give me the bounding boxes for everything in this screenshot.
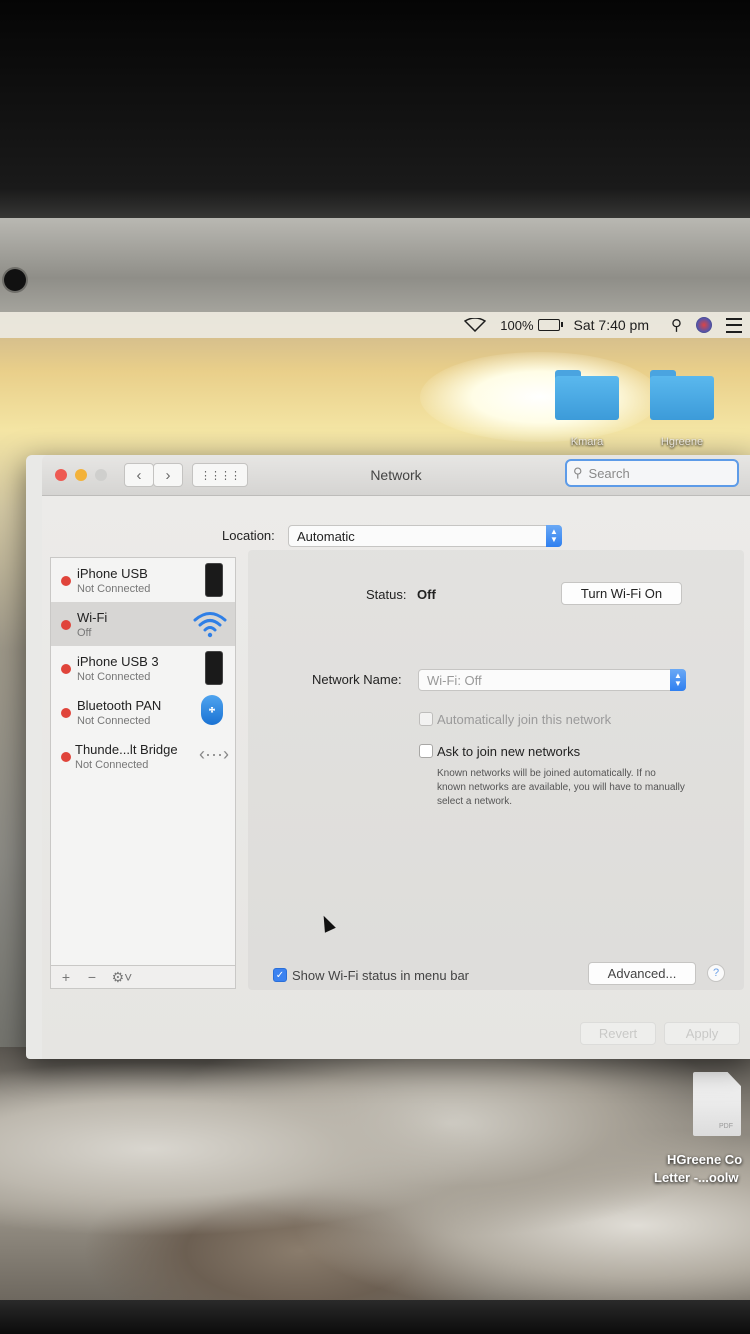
location-value: Automatic [297,528,355,544]
revert-button[interactable]: Revert [580,1022,656,1045]
location-label: Location: [222,528,275,543]
folder-icon[interactable] [555,370,619,420]
laptop-bezel-top [0,0,750,222]
add-service-button[interactable]: + [55,967,77,987]
network-name-value: Wi-Fi: Off [427,672,482,688]
service-item-bluetooth-pan[interactable]: Bluetooth PAN Not Connected ᛭ [51,690,235,734]
siri-icon[interactable] [696,317,712,333]
file-label-line2[interactable]: Letter -...oolw [654,1170,739,1185]
advanced-button[interactable]: Advanced... [588,962,696,985]
service-item-wifi[interactable]: Wi-Fi Off [51,602,235,646]
spotlight-search-icon[interactable]: ⚲ [671,316,682,334]
notification-center-icon[interactable] [726,317,742,333]
service-name: iPhone USB 3 [77,654,159,669]
service-status: Off [77,627,92,639]
status-dot [61,576,71,586]
network-name-popup[interactable]: Wi-Fi: Off ▲ ▼ [418,669,686,691]
service-status: Not Connected [77,671,151,683]
iphone-icon [205,651,223,685]
wifi-icon [193,610,227,643]
popup-stepper-icon: ▲ ▼ [546,525,562,547]
show-wifi-status-checkbox[interactable]: ✓ [273,968,287,982]
network-preferences-window: ‹ › ⋮⋮⋮⋮ Network ⚲ Search Location: Auto… [26,455,750,1059]
status-dot [61,664,71,674]
clock[interactable]: Sat 7:40 pm [574,317,650,333]
webcam [4,269,26,291]
laptop-bezel-lip [0,218,750,318]
show-wifi-status-label: Show Wi-Fi status in menu bar [292,968,470,983]
search-field[interactable]: ⚲ Search [565,459,739,487]
service-status: Not Connected [75,759,149,771]
folder-label[interactable]: Kmara [547,436,627,448]
service-status: Not Connected [77,715,151,727]
popup-stepper-icon: ▲ ▼ [670,669,686,691]
auto-join-checkbox[interactable] [419,712,433,726]
title-bar: ‹ › ⋮⋮⋮⋮ Network ⚲ Search [42,455,750,496]
sun-glow [420,352,660,442]
iphone-icon [205,563,223,597]
service-item-iphone-usb[interactable]: iPhone USB Not Connected [51,558,235,602]
plus-icon: + [61,969,71,985]
checkmark-icon: ✓ [275,969,285,981]
service-name: Thunde...lt Bridge [75,742,178,757]
status-dot [61,620,71,630]
gear-icon: ⚙˅ [111,968,133,985]
remove-service-button[interactable]: − [81,967,103,987]
window-content: Location: Automatic ▲ ▼ iPhone USB Not Co… [42,496,750,1059]
help-button[interactable]: ? [707,964,725,982]
ask-join-label: Ask to join new networks [437,744,581,759]
apply-button[interactable]: Apply [664,1022,740,1045]
folder-label[interactable]: Hgreene [642,436,722,448]
thunderbolt-bridge-icon: ‹···› [199,744,229,764]
bluetooth-icon: ᛭ [201,695,223,725]
battery-percent: 100% [500,317,534,333]
desktop-screen: 100% Sat 7:40 pm ⚲ Kmara Hgreene PDF HGr… [0,312,750,1302]
service-item-thunderbolt-bridge[interactable]: Thunde...lt Bridge Not Connected ‹···› [51,734,235,778]
pdf-file-icon[interactable]: PDF [693,1072,741,1136]
status-dot [61,752,71,762]
location-popup[interactable]: Automatic ▲ ▼ [288,525,562,547]
battery-icon [537,319,563,331]
pdf-badge: PDF [719,1123,733,1130]
turn-wifi-on-button[interactable]: Turn Wi-Fi On [561,582,682,605]
folder-icon[interactable] [650,370,714,420]
ask-join-note: Known networks will be joined automatica… [437,768,685,807]
service-status: Not Connected [77,583,151,595]
wallpaper-rocks [0,1047,750,1302]
search-placeholder: Search [588,465,630,481]
laptop-bezel-bottom [0,1300,750,1334]
battery-indicator[interactable]: 100% [500,317,563,333]
service-name: Bluetooth PAN [77,698,162,713]
menu-bar: 100% Sat 7:40 pm ⚲ [0,312,750,338]
service-item-iphone-usb-3[interactable]: iPhone USB 3 Not Connected [51,646,235,690]
wifi-menu-icon[interactable] [464,318,487,332]
minus-icon: − [87,969,97,985]
service-list: iPhone USB Not Connected Wi-Fi Off iPhon… [50,557,236,989]
auto-join-label: Automatically join this network [437,712,612,727]
action-menu-button[interactable]: ⚙˅ [107,967,137,987]
status-dot [61,708,71,718]
search-icon: ⚲ [573,465,583,480]
service-list-toolbar: + − ⚙˅ [51,965,235,988]
service-name: iPhone USB [77,566,148,581]
status-value: Off [417,587,436,602]
status-label: Status: [366,587,407,602]
network-name-label: Network Name: [312,672,402,687]
service-name: Wi-Fi [77,610,108,625]
file-label-line1[interactable]: HGreene Co [667,1152,742,1167]
ask-join-checkbox[interactable] [419,744,433,758]
